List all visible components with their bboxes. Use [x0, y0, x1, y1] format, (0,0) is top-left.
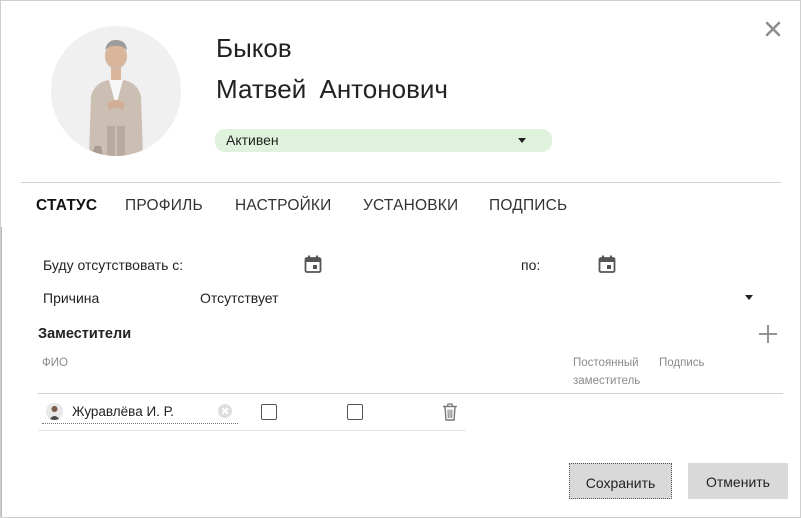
column-permanent-line1: Постоянный: [573, 357, 639, 369]
deputy-person-field[interactable]: Журавлёва И. Р.: [42, 401, 238, 424]
table-row-divider: [38, 430, 466, 431]
column-signature: Подпись: [659, 357, 705, 369]
cancel-button[interactable]: Отменить: [688, 463, 788, 499]
close-icon[interactable]: [761, 17, 785, 41]
permanent-deputy-checkbox[interactable]: [261, 404, 277, 420]
deputy-name: Журавлёва И. Р.: [72, 404, 174, 419]
deputies-title: Заместители: [38, 326, 132, 342]
calendar-icon[interactable]: [598, 255, 616, 273]
avatar: [46, 403, 63, 420]
employee-dialog: Быков Матвей Антонович Активен СТАТУС ПР…: [0, 0, 801, 518]
reason-label: Причина: [43, 290, 100, 306]
tab-installations[interactable]: УСТАНОВКИ: [363, 197, 458, 215]
tab-status[interactable]: СТАТУС: [36, 197, 97, 215]
chevron-down-icon[interactable]: [745, 295, 753, 300]
clear-icon[interactable]: [218, 404, 232, 418]
tab-signature[interactable]: ПОДПИСЬ: [489, 197, 567, 215]
table-header-divider: [38, 393, 783, 394]
column-permanent: Постоянный заместитель: [573, 354, 640, 390]
absence-from-label: Буду отсутствовать с:: [43, 257, 184, 273]
plus-icon[interactable]: [758, 324, 778, 344]
column-fio: ФИО: [42, 357, 68, 369]
column-permanent-line2: заместитель: [573, 375, 641, 387]
tab-profile[interactable]: ПРОФИЛЬ: [125, 197, 203, 215]
absence-to-label: по:: [521, 257, 541, 273]
reason-select[interactable]: Отсутствует: [200, 290, 279, 306]
status-select[interactable]: Активен: [215, 129, 552, 152]
avatar-photo: [51, 26, 181, 156]
trash-icon[interactable]: [442, 403, 458, 421]
status-value: Активен: [226, 132, 279, 148]
calendar-icon[interactable]: [304, 255, 322, 273]
employee-last-name: Быков: [216, 33, 292, 63]
employee-first-name: Матвей Антонович: [216, 74, 448, 104]
signature-checkbox[interactable]: [347, 404, 363, 420]
tabs-divider: [21, 182, 781, 183]
tab-settings[interactable]: НАСТРОЙКИ: [235, 197, 332, 215]
avatar: [51, 26, 181, 156]
content-left-border: [1, 227, 2, 517]
chevron-down-icon: [518, 138, 526, 143]
save-button[interactable]: Сохранить: [569, 463, 672, 499]
